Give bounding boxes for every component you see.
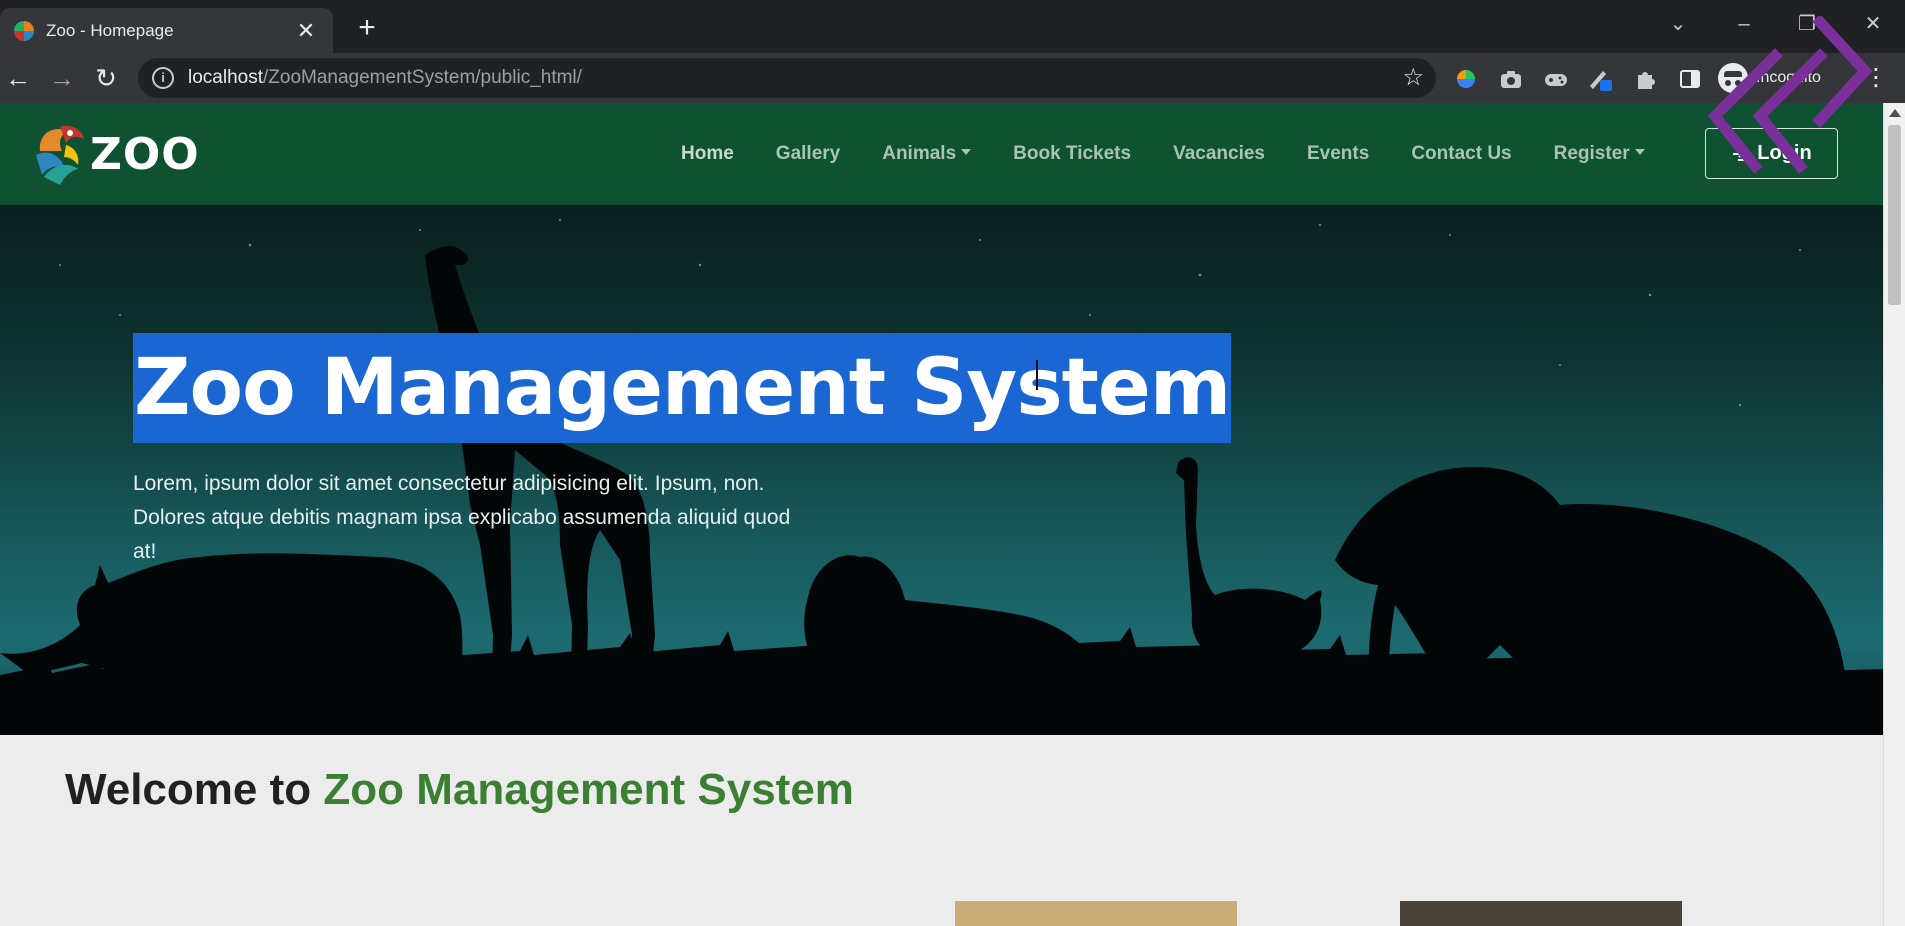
- new-tab-button[interactable]: +: [350, 11, 384, 45]
- login-button[interactable]: Login: [1705, 128, 1838, 179]
- welcome-heading: Welcome to Zoo Management System: [65, 765, 854, 815]
- nav-register-dropdown[interactable]: Register: [1533, 143, 1666, 165]
- incognito-label: Incognito: [1756, 69, 1821, 86]
- nav-vacancies[interactable]: Vacancies: [1152, 143, 1286, 165]
- text-cursor-icon: [1036, 360, 1038, 390]
- browser-toolbar: ← → ↻ i localhost/ZooManagementSystem/pu…: [0, 53, 1905, 103]
- scroll-up-arrow-icon[interactable]: [1889, 109, 1901, 117]
- incognito-profile[interactable]: Incognito: [1718, 61, 1821, 95]
- site-logo[interactable]: ZOO: [30, 118, 200, 190]
- nav-animals-dropdown[interactable]: Animals: [861, 143, 992, 165]
- url-host: localhost: [188, 67, 263, 88]
- address-bar[interactable]: i localhost/ZooManagementSystem/public_h…: [138, 58, 1436, 98]
- back-arrow-icon[interactable]: ←: [0, 60, 36, 96]
- welcome-image-2: [1400, 901, 1682, 926]
- nav-register-label: Register: [1553, 143, 1630, 164]
- close-window-icon[interactable]: ✕: [1853, 8, 1893, 40]
- sidebar-icon[interactable]: [1676, 65, 1704, 93]
- welcome-accent: Zoo Management System: [323, 765, 854, 814]
- url-path: /ZooManagementSystem/public_html/: [263, 67, 582, 88]
- tab-title: Zoo - Homepage: [46, 20, 174, 40]
- login-label: Login: [1757, 142, 1812, 164]
- nav-book-tickets[interactable]: Book Tickets: [992, 143, 1152, 165]
- nav-events[interactable]: Events: [1286, 143, 1390, 165]
- menu-dots-icon[interactable]: ⋮: [1864, 61, 1888, 95]
- nav-gallery[interactable]: Gallery: [755, 143, 861, 165]
- minimize-icon[interactable]: –: [1724, 8, 1764, 40]
- extension-color-icon[interactable]: [1452, 65, 1480, 93]
- caret-down-icon: [1634, 149, 1645, 155]
- nav-home[interactable]: Home: [660, 143, 755, 165]
- restore-icon[interactable]: ❐: [1787, 8, 1827, 40]
- zoo-logo-icon: [36, 125, 84, 185]
- nav-animals-label: Animals: [882, 143, 957, 164]
- info-icon[interactable]: i: [152, 67, 174, 89]
- hero-title-selection: Zoo Management System: [133, 333, 1231, 443]
- nav-links: Home Gallery Animals Book Tickets Vacanc…: [660, 103, 1666, 205]
- camera-extension-icon[interactable]: [1497, 65, 1525, 93]
- star-icon[interactable]: ☆: [1402, 63, 1424, 92]
- reload-icon[interactable]: ↻: [88, 60, 124, 96]
- logo-text: ZOO: [90, 128, 200, 180]
- close-tab-icon[interactable]: ✕: [293, 18, 319, 44]
- puzzle-icon[interactable]: [1632, 65, 1660, 93]
- browser-tab[interactable]: Zoo - Homepage ✕: [0, 8, 333, 53]
- welcome-prefix: Welcome to: [65, 765, 324, 814]
- hero-title[interactable]: Zoo Management System: [134, 333, 1231, 443]
- site-navbar: ZOO Home Gallery Animals Book Tickets Va…: [0, 103, 1883, 205]
- hero-description: Lorem, ipsum dolor sit amet consectetur …: [133, 472, 791, 563]
- incognito-icon: [1718, 63, 1748, 93]
- caret-down-icon: [961, 149, 972, 155]
- scroll-thumb[interactable]: [1888, 125, 1901, 305]
- gamepad-extension-icon[interactable]: [1542, 65, 1570, 93]
- welcome-image-1: [955, 901, 1237, 926]
- nav-contact-us[interactable]: Contact Us: [1390, 143, 1532, 165]
- login-icon: [1733, 146, 1748, 161]
- pen-extension-icon[interactable]: [1586, 65, 1614, 93]
- zoo-favicon-icon: [14, 20, 34, 41]
- hero-banner: Zoo Management System Lorem, ipsum dolor…: [0, 205, 1883, 735]
- tab-search-icon[interactable]: ⌄: [1658, 8, 1698, 40]
- forward-arrow-icon[interactable]: →: [44, 60, 80, 96]
- browser-titlebar: Zoo - Homepage ✕ + ⌄ – ❐ ✕: [0, 0, 1905, 53]
- page-scrollbar[interactable]: [1883, 103, 1905, 926]
